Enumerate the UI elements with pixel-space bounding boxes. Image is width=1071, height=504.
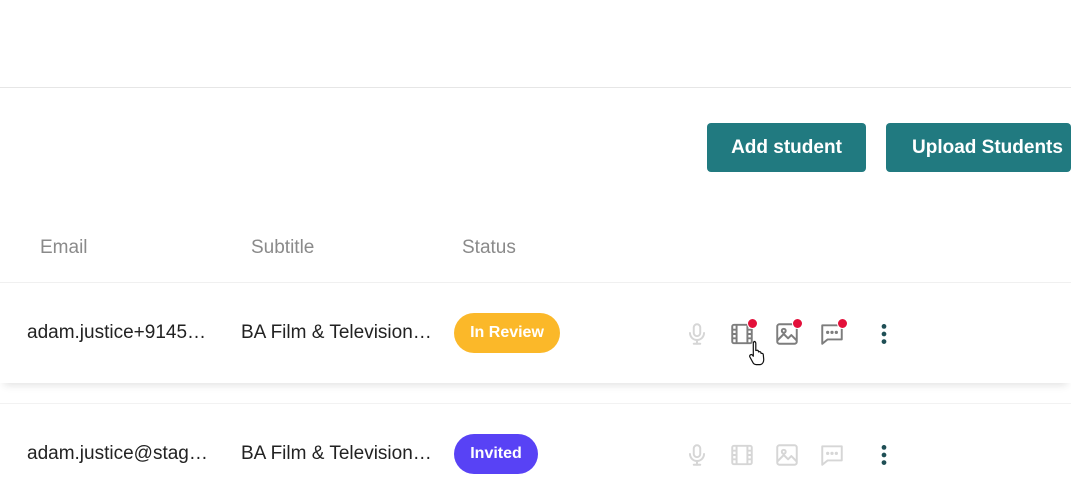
email-cell: adam.justice+9145… bbox=[27, 322, 207, 343]
table-row[interactable]: adam.justice+9145… BA Film & Television…… bbox=[0, 283, 1071, 383]
image-icon[interactable] bbox=[774, 442, 800, 468]
column-header-subtitle[interactable]: Subtitle bbox=[251, 237, 314, 259]
notification-dot bbox=[837, 318, 848, 329]
subtitle-cell: BA Film & Television… bbox=[241, 443, 432, 464]
top-bar bbox=[0, 0, 1071, 88]
chat-icon[interactable] bbox=[819, 442, 845, 468]
more-vertical-icon[interactable] bbox=[871, 321, 897, 347]
upload-students-button[interactable]: Upload Students bbox=[886, 123, 1071, 172]
table-row[interactable]: adam.justice@stag… BA Film & Television…… bbox=[0, 403, 1071, 504]
subtitle-cell: BA Film & Television… bbox=[241, 322, 432, 343]
status-badge: Invited bbox=[454, 434, 538, 474]
notification-dot bbox=[792, 318, 803, 329]
mic-icon[interactable] bbox=[684, 442, 710, 468]
column-header-email[interactable]: Email bbox=[40, 237, 88, 259]
status-badge: In Review bbox=[454, 313, 560, 353]
email-cell: adam.justice@stag… bbox=[27, 443, 208, 464]
mic-icon[interactable] bbox=[684, 321, 710, 347]
hand-cursor-icon bbox=[748, 340, 768, 371]
more-vertical-icon[interactable] bbox=[871, 442, 897, 468]
notification-dot bbox=[747, 318, 758, 329]
film-icon[interactable] bbox=[729, 442, 755, 468]
chat-icon[interactable] bbox=[819, 318, 848, 347]
add-student-button[interactable]: Add student bbox=[707, 123, 866, 172]
column-header-status[interactable]: Status bbox=[462, 237, 516, 259]
image-icon[interactable] bbox=[774, 318, 803, 347]
